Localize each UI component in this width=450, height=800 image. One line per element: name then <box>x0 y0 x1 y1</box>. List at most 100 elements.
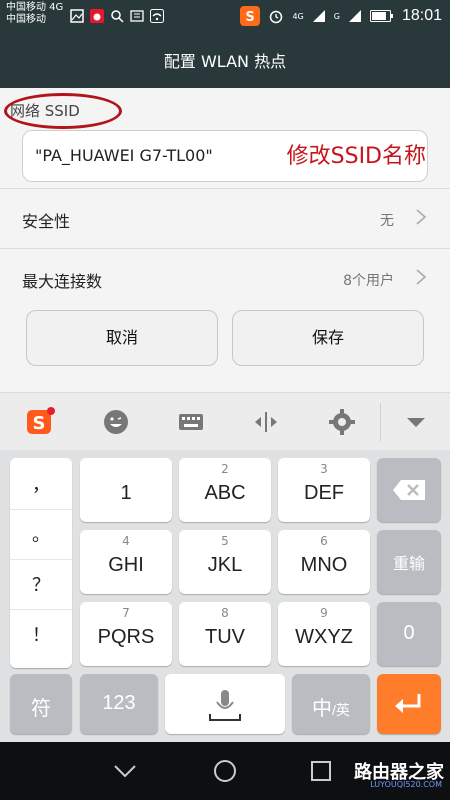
ime-toolbar: S <box>0 392 450 450</box>
network-type-1: 4G <box>292 11 304 21</box>
chevron-right-icon <box>416 209 427 225</box>
key-sub: 4 <box>122 534 130 548</box>
setting-value: 8个用户 <box>343 273 394 289</box>
setting-label: 安全性 <box>22 212 71 231</box>
key-sub: 2 <box>221 462 229 476</box>
ssid-value: "PA_HUAWEI G7-TL00" <box>35 146 213 165</box>
gallery-icon <box>70 9 84 23</box>
key-main: MNO <box>300 554 348 576</box>
network-type-2: G <box>333 11 340 21</box>
ssid-annotation: 修改SSID名称 <box>286 144 426 169</box>
key-sub: 5 <box>221 534 229 548</box>
key-sub: 3 <box>320 462 328 476</box>
sogou-status-icon: S <box>240 6 261 26</box>
recents-icon[interactable] <box>308 758 334 784</box>
status-bar: 中国移动 4G 中国移动 S 4G G 18:01 <box>0 0 450 36</box>
key-sub: 9 <box>320 606 328 620</box>
chevron-right-icon <box>416 269 427 285</box>
key-main: 0 <box>403 622 415 644</box>
lang-sub: /英 <box>332 702 350 718</box>
gear-icon[interactable] <box>328 408 356 436</box>
svg-text:S: S <box>33 413 46 434</box>
carrier-line-2: 中国移动 <box>6 14 46 25</box>
microphone-icon <box>209 690 241 721</box>
emoji-icon[interactable] <box>102 408 130 436</box>
key-main: WXYZ <box>295 626 353 648</box>
space-mic-key[interactable] <box>165 674 285 734</box>
navigation-bar: 路由器之家 LUYOUQI520.COM <box>0 742 450 800</box>
lang-main: 中 <box>312 698 333 720</box>
key-main: DEF <box>304 482 344 504</box>
key-abc[interactable]: 2 ABC <box>179 458 271 522</box>
key-main: ABC <box>204 482 246 504</box>
keyboard-icon[interactable] <box>177 408 205 436</box>
key-sub: 6 <box>320 534 328 548</box>
clock: 18:01 <box>401 7 442 24</box>
key-main: 重输 <box>392 556 425 573</box>
setting-row-security[interactable]: 安全性 无 <box>0 188 450 248</box>
key-pqrs[interactable]: 7 PQRS <box>80 602 172 666</box>
punct-key[interactable]: ， <box>10 462 72 510</box>
cancel-button[interactable]: 取消 <box>26 310 218 366</box>
key-mno[interactable]: 6 MNO <box>278 530 370 594</box>
key-main: TUV <box>205 626 245 648</box>
symbol-key[interactable]: 符 <box>10 674 72 734</box>
key-wxyz[interactable]: 9 WXYZ <box>278 602 370 666</box>
key-main: 符 <box>31 698 51 720</box>
punctuation-column: ， 。 ？ ！ <box>10 458 72 668</box>
key-main: JKL <box>207 554 243 576</box>
key-jkl[interactable]: 5 JKL <box>179 530 271 594</box>
signal-icon-2 <box>348 10 361 22</box>
key-def[interactable]: 3 DEF <box>278 458 370 522</box>
key-ghi[interactable]: 4 GHI <box>80 530 172 594</box>
action-buttons: 取消 保存 <box>0 298 450 392</box>
lang-switch-key[interactable]: 中/英 <box>292 674 370 734</box>
sogou-logo-icon[interactable]: S <box>24 406 56 438</box>
wifi-hotspot-icon <box>150 9 164 23</box>
ssid-highlight-circle <box>4 93 122 129</box>
signal-icon <box>312 10 325 22</box>
notification-icons <box>70 9 164 23</box>
collapse-icon[interactable] <box>402 408 430 436</box>
key-main: PQRS <box>97 626 155 648</box>
toolbar-separator <box>380 403 381 441</box>
punct-key[interactable]: 。 <box>10 512 72 560</box>
numeric-key[interactable]: 123 <box>80 674 158 734</box>
search-icon <box>111 10 124 23</box>
save-button[interactable]: 保存 <box>232 310 424 366</box>
back-icon[interactable] <box>112 758 138 784</box>
backspace-icon <box>393 480 425 500</box>
system-status-icons: S 4G G 18:01 <box>240 6 442 26</box>
punct-key[interactable]: ！ <box>10 612 72 660</box>
watermark-url: LUYOUQI520.COM <box>370 780 442 789</box>
home-icon[interactable] <box>212 758 238 784</box>
enter-key[interactable] <box>377 674 441 734</box>
punct-key[interactable]: ？ <box>10 562 72 610</box>
key-main: GHI <box>108 554 144 576</box>
carrier-info: 中国移动 4G 中国移动 <box>6 2 63 26</box>
carrier-line-1: 中国移动 4G <box>6 2 64 13</box>
enter-icon <box>395 694 421 713</box>
document-icon <box>130 10 144 22</box>
hotspot-config-form: 网络 SSID "PA_HUAWEI G7-TL00" 修改SSID名称 安全性… <box>0 88 450 392</box>
svg-text:S: S <box>246 10 255 25</box>
key-sub: 8 <box>221 606 229 620</box>
title-bar: 配置 WLAN 热点 <box>0 36 450 88</box>
setting-label: 最大连接数 <box>22 272 103 291</box>
key-main: 123 <box>102 692 136 714</box>
reinput-key[interactable]: 重输 <box>377 530 441 594</box>
keyboard: ， 。 ？ ！ 1 2 ABC 3 DEF 4 GHI 5 JKL 6 MNO … <box>0 450 450 742</box>
key-1[interactable]: 1 <box>80 458 172 522</box>
key-main: 中/英 <box>292 692 370 721</box>
weibo-icon <box>90 9 104 23</box>
page-title: 配置 WLAN 热点 <box>163 52 287 71</box>
cursor-move-icon[interactable] <box>252 408 280 436</box>
backspace-key[interactable] <box>377 458 441 522</box>
battery-icon <box>369 10 393 22</box>
key-sub: 7 <box>122 606 130 620</box>
key-tuv[interactable]: 8 TUV <box>179 602 271 666</box>
zero-key[interactable]: 0 <box>377 602 441 666</box>
alarm-icon <box>270 10 283 24</box>
key-main: 1 <box>120 482 132 504</box>
setting-value: 无 <box>380 213 394 229</box>
